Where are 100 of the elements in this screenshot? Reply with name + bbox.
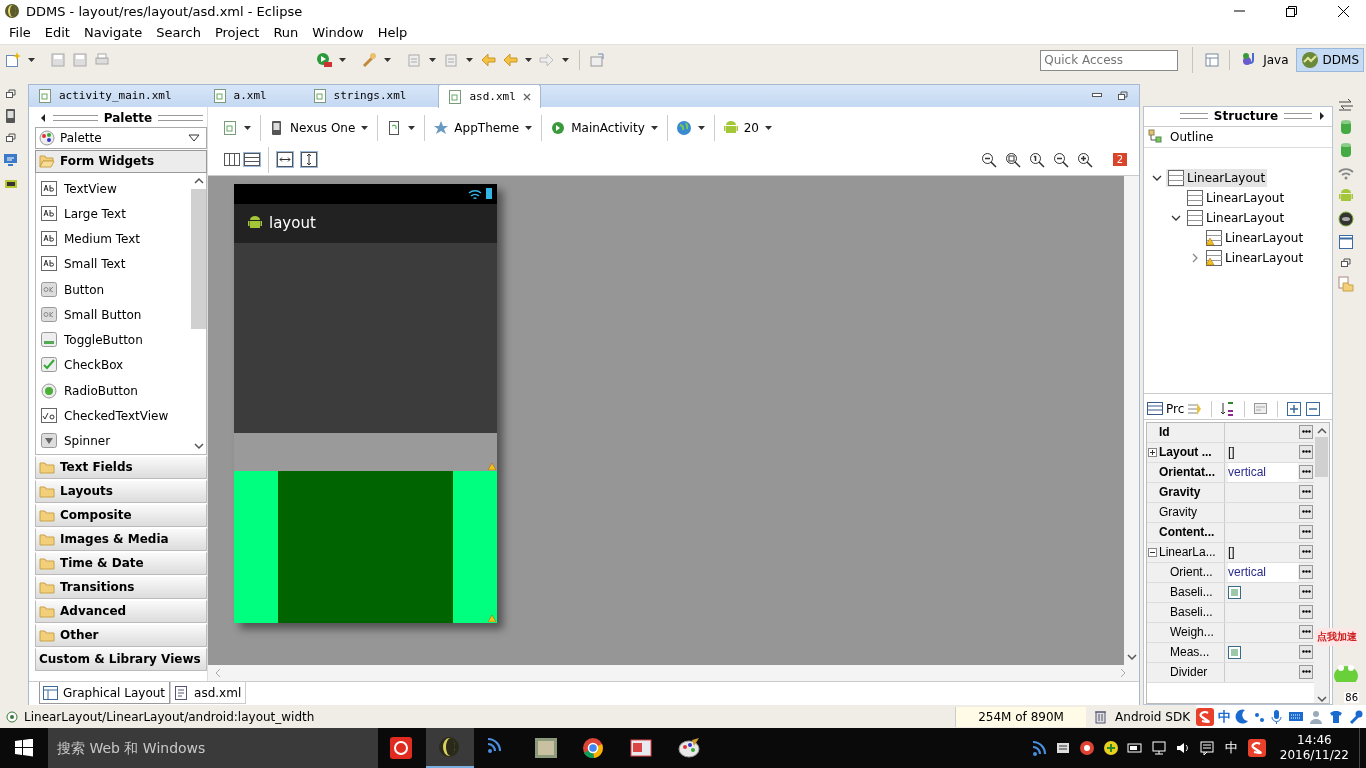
edit-button[interactable] — [1299, 624, 1313, 639]
network-icon[interactable] — [1150, 740, 1167, 756]
edit-button[interactable] — [1299, 664, 1313, 679]
advanced-icon[interactable] — [1253, 400, 1270, 417]
editor-mode-tab[interactable]: asd.xml — [170, 682, 247, 704]
restore-icon[interactable] — [5, 131, 17, 144]
property-row[interactable]: Baseli... — [1147, 602, 1314, 623]
edit-button[interactable] — [1299, 484, 1313, 499]
property-row[interactable]: LinearLa... [] — [1147, 542, 1314, 563]
moon-icon[interactable] — [1235, 708, 1249, 725]
editor-tab[interactable]: activity_main.xml — [29, 84, 180, 107]
collapse-icon[interactable] — [1148, 547, 1157, 557]
property-row[interactable]: Id — [1147, 422, 1314, 443]
tree-node[interactable]: LinearLayout — [1204, 228, 1306, 247]
zoom-fit-icon[interactable] — [1004, 151, 1021, 168]
record-icon[interactable] — [1078, 740, 1095, 756]
collapse-all-icon[interactable] — [1305, 400, 1322, 417]
expand-icon[interactable] — [1148, 447, 1157, 457]
edit-button[interactable] — [1299, 464, 1313, 479]
restore-icon[interactable] — [5, 87, 17, 100]
monitor-icon[interactable] — [3, 151, 19, 168]
palette-item[interactable]: Small Button — [36, 302, 191, 328]
palette-category[interactable]: Text Fields — [35, 455, 207, 479]
menu-item[interactable]: Edit — [37, 25, 77, 41]
maximize-icon[interactable] — [1117, 89, 1129, 102]
menu-item[interactable]: Run — [266, 25, 306, 41]
menu-item[interactable]: Window — [305, 25, 371, 41]
edit-button[interactable] — [1299, 644, 1313, 659]
palette-category[interactable]: Time & Date — [35, 551, 207, 575]
zoom-actual-icon[interactable] — [1028, 151, 1045, 168]
vertical-fit-icon[interactable] — [301, 152, 317, 168]
palette-item[interactable]: Large Text — [36, 201, 191, 227]
edit-button[interactable] — [1299, 444, 1313, 459]
zoom-out-icon[interactable] — [1052, 151, 1069, 168]
sogou-logo-icon[interactable] — [1247, 739, 1266, 757]
battery-icon[interactable] — [1126, 740, 1143, 756]
edit-button[interactable] — [1299, 424, 1313, 439]
tree-node[interactable]: LinearLayout — [1204, 248, 1306, 267]
palette-category[interactable]: Layouts — [35, 479, 207, 503]
checkbox[interactable] — [1228, 645, 1241, 659]
restore-icon[interactable] — [1340, 256, 1352, 269]
palette-category[interactable]: Custom & Library Views — [35, 647, 207, 671]
expand-all-icon[interactable] — [1286, 400, 1303, 417]
rss-icon[interactable] — [1030, 740, 1047, 756]
columns-icon[interactable] — [224, 153, 240, 167]
palette-item[interactable]: CheckedTextView — [36, 403, 191, 429]
editor-tab[interactable]: asd.xml — [438, 84, 541, 109]
perspective-button[interactable]: DDMS — [1295, 48, 1364, 73]
palette-item[interactable]: ToggleButton — [36, 327, 191, 353]
scroll-thumb[interactable] — [191, 188, 206, 329]
activity-dropdown[interactable]: MainActivity — [544, 114, 665, 141]
palette-category[interactable]: Form Widgets — [35, 149, 207, 173]
edit-button[interactable] — [1299, 564, 1313, 579]
editor-tab[interactable]: a.xml — [203, 84, 280, 107]
zoom-out-icon[interactable] — [980, 151, 997, 168]
palette-category[interactable]: Transitions — [35, 575, 207, 599]
palette-item[interactable]: Spinner — [36, 428, 191, 454]
edit-button[interactable] — [1299, 544, 1313, 559]
palette-category[interactable]: Images & Media — [35, 527, 207, 551]
plus-icon[interactable] — [1102, 740, 1119, 756]
property-row[interactable]: Layout ... [] — [1147, 442, 1314, 463]
menu-item[interactable]: Help — [370, 25, 415, 41]
scroll-thumb[interactable] — [1315, 436, 1328, 477]
horizontal-fit-icon[interactable] — [277, 152, 293, 168]
search-field[interactable]: 搜索 Web 和 Windows — [48, 728, 378, 768]
tray-icon[interactable] — [1054, 740, 1071, 756]
device-dropdown[interactable]: Nexus One — [263, 114, 376, 141]
wrench-icon[interactable] — [1348, 708, 1364, 725]
palette-item[interactable]: Medium Text — [36, 226, 191, 252]
ime-mode[interactable]: 中 — [1218, 707, 1231, 726]
taskbar-app[interactable] — [426, 728, 474, 768]
palette-item[interactable]: Small Text — [36, 251, 191, 277]
property-row[interactable]: Content... — [1147, 522, 1314, 543]
property-row[interactable]: Orientat... vertical — [1147, 462, 1314, 483]
speed-up-badge[interactable]: 点我加速 — [1315, 627, 1359, 646]
property-row[interactable]: Baseli... — [1147, 582, 1314, 603]
property-row[interactable]: Divider — [1147, 662, 1314, 683]
tree-node[interactable]: LinearLayout — [1185, 208, 1287, 227]
microphone-icon[interactable] — [1269, 708, 1284, 725]
editor-tab[interactable]: strings.xml — [303, 84, 415, 107]
palette-category[interactable]: Composite — [35, 503, 207, 527]
ball-icon[interactable] — [1338, 210, 1354, 227]
quick-access-field[interactable]: Quick Access — [1040, 49, 1179, 71]
palette-category[interactable]: Other — [35, 623, 207, 647]
clock[interactable]: 14:46 2016/11/22 — [1269, 733, 1359, 763]
edit-button[interactable] — [1299, 604, 1313, 619]
ime-indicator[interactable]: 中 — [1224, 739, 1238, 757]
editor-mode-tab[interactable]: Graphical Layout — [39, 682, 171, 704]
menu-item[interactable]: Search — [149, 25, 208, 41]
memory-indicator[interactable]: 254M of 890M — [955, 706, 1087, 727]
menu-item[interactable]: File — [2, 25, 38, 41]
property-row[interactable]: Gravity — [1147, 502, 1314, 523]
edit-button[interactable] — [1299, 584, 1313, 599]
property-row[interactable]: Weigh... — [1147, 622, 1314, 643]
threads-icon[interactable] — [1338, 97, 1354, 112]
right-arrow-icon[interactable] — [1318, 111, 1326, 122]
window-icon[interactable] — [1338, 233, 1354, 250]
edit-button[interactable] — [1299, 524, 1313, 539]
palette-item[interactable]: CheckBox — [36, 352, 191, 379]
scrollbar[interactable] — [208, 665, 1139, 681]
